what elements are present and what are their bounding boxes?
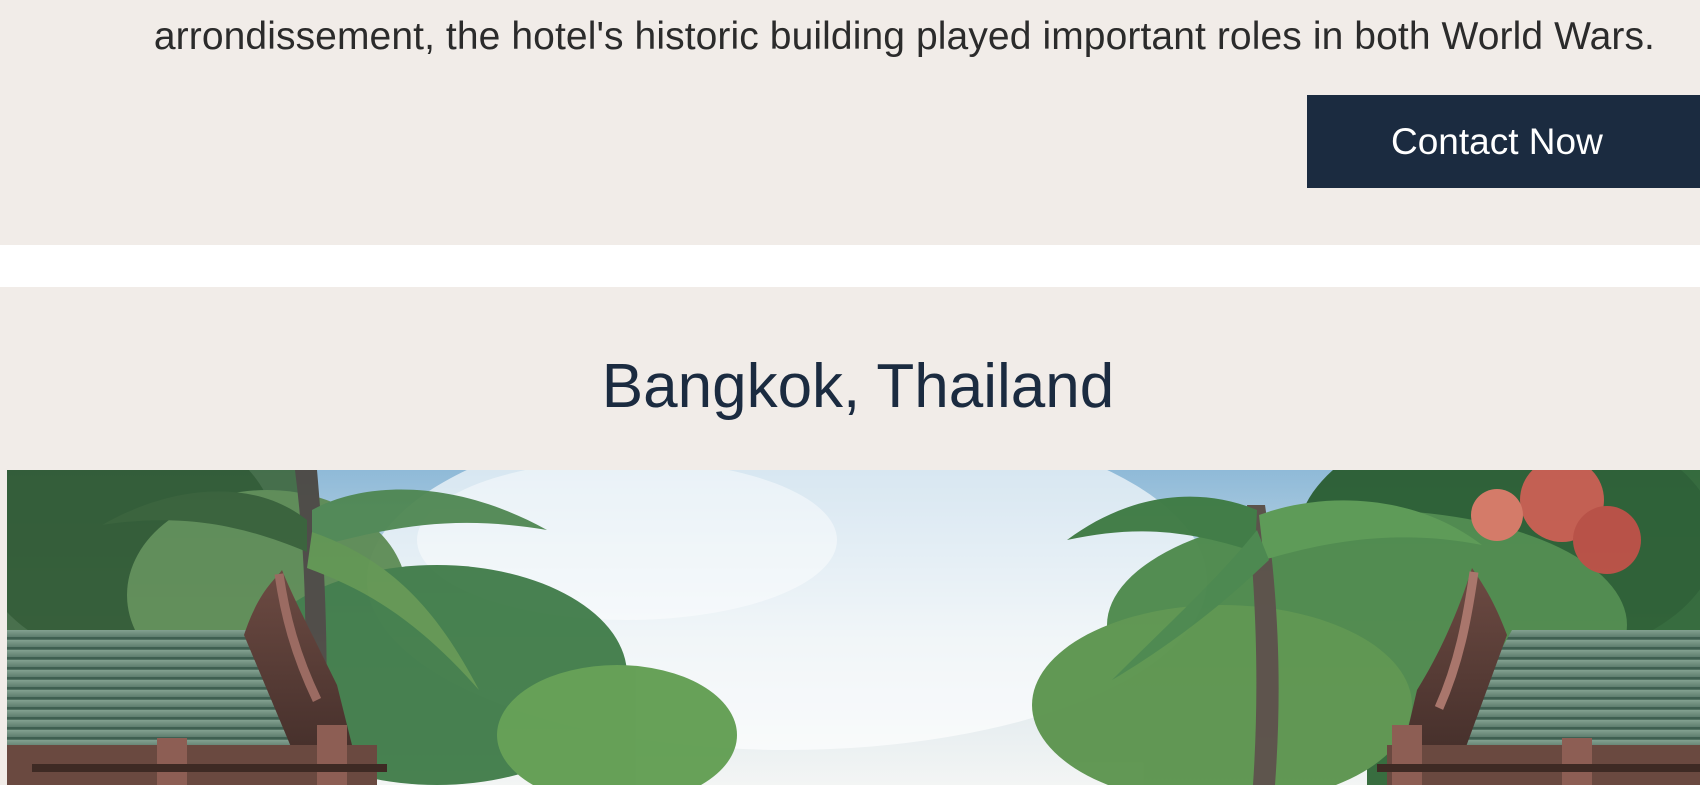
previous-hotel-card: arrondissement, the hotel's historic bui…: [0, 0, 1700, 245]
hotel-description: arrondissement, the hotel's historic bui…: [153, 15, 1655, 58]
location-title: Bangkok, Thailand: [601, 352, 1115, 421]
bangkok-hotel-card: Bangkok, Thailand: [0, 287, 1700, 785]
hotel-photo: [7, 470, 1700, 785]
section-divider: [0, 245, 1700, 287]
contact-now-button[interactable]: Contact Now: [1307, 95, 1700, 188]
page: arrondissement, the hotel's historic bui…: [0, 0, 1700, 785]
